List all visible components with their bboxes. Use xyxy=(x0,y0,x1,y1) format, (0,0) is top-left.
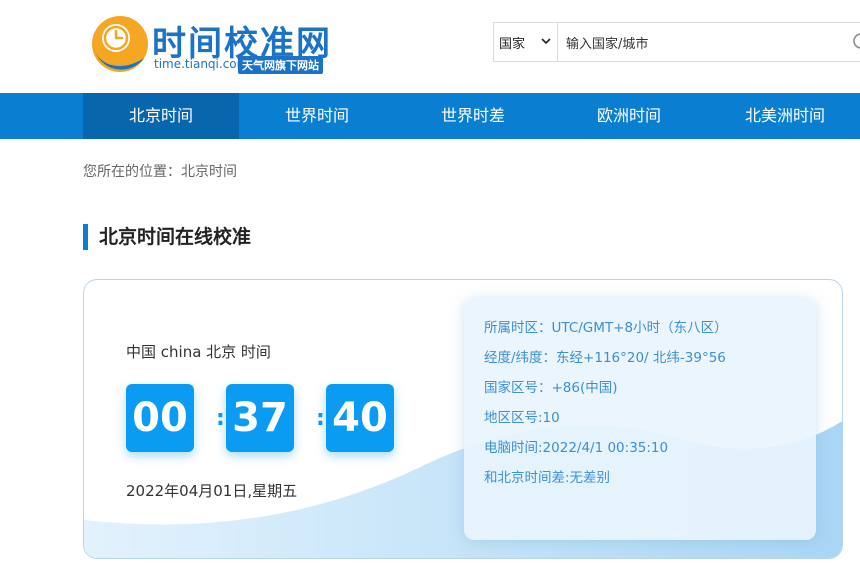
nav-item-world-time[interactable]: 世界时间 xyxy=(239,93,395,139)
site-header: 时间校准网 time.tianqi.com 天气网旗下网站 国家 输入国家/城市 xyxy=(0,0,860,93)
clock-logo-icon xyxy=(92,16,148,72)
logo-url: time.tianqi.com xyxy=(154,57,249,71)
main-nav: 北京时间 世界时间 世界时差 欧洲时间 北美洲时间 xyxy=(0,93,860,139)
search-icon[interactable] xyxy=(852,32,860,52)
time-diff-info: 和北京时间差:无差别 xyxy=(484,470,611,486)
nav-item-europe-time[interactable]: 欧洲时间 xyxy=(551,93,707,139)
location-label: 中国 china 北京 时间 xyxy=(126,343,271,361)
section-title: 北京时间在线校准 xyxy=(83,224,251,250)
country-code-info: 国家区号：+86(中国) xyxy=(484,380,618,396)
date-line: 2022年04月01日,星期五 xyxy=(126,482,298,500)
breadcrumb: 您所在的位置：北京时间 xyxy=(83,164,237,180)
nav-item-world-time-diff[interactable]: 世界时差 xyxy=(395,93,551,139)
clock-minutes: 37 xyxy=(226,384,294,452)
nav-item-north-america-time[interactable]: 北美洲时间 xyxy=(707,93,860,139)
area-code-info: 地区区号:10 xyxy=(484,410,560,426)
country-select[interactable]: 国家 xyxy=(494,23,558,61)
computer-time-info: 电脑时间:2022/4/1 00:35:10 xyxy=(484,440,669,456)
country-select-value: 国家 xyxy=(499,37,526,52)
logo-badge: 天气网旗下网站 xyxy=(238,56,323,74)
search-bar: 国家 输入国家/城市 xyxy=(493,22,860,62)
clock-separator: : xyxy=(216,406,225,431)
clock-hours: 00 xyxy=(126,384,194,452)
search-input[interactable]: 输入国家/城市 xyxy=(560,23,840,61)
time-info-panel: 所属时区：UTC/GMT+8小时（东八区） 经度/纬度：东经+116°20/ 北… xyxy=(464,298,816,540)
nav-item-beijing-time[interactable]: 北京时间 xyxy=(83,93,239,139)
site-logo[interactable]: 时间校准网 time.tianqi.com 天气网旗下网站 xyxy=(86,12,336,78)
time-card: 中国 china 北京 时间 00 : 37 : 40 2022年04月01日,… xyxy=(83,279,843,559)
clock-separator: : xyxy=(316,406,325,431)
clock-seconds: 40 xyxy=(326,384,394,452)
timezone-info: 所属时区：UTC/GMT+8小时（东八区） xyxy=(484,320,728,336)
coordinates-info: 经度/纬度：东经+116°20/ 北纬-39°56 xyxy=(484,350,726,366)
chevron-down-icon xyxy=(541,38,551,45)
